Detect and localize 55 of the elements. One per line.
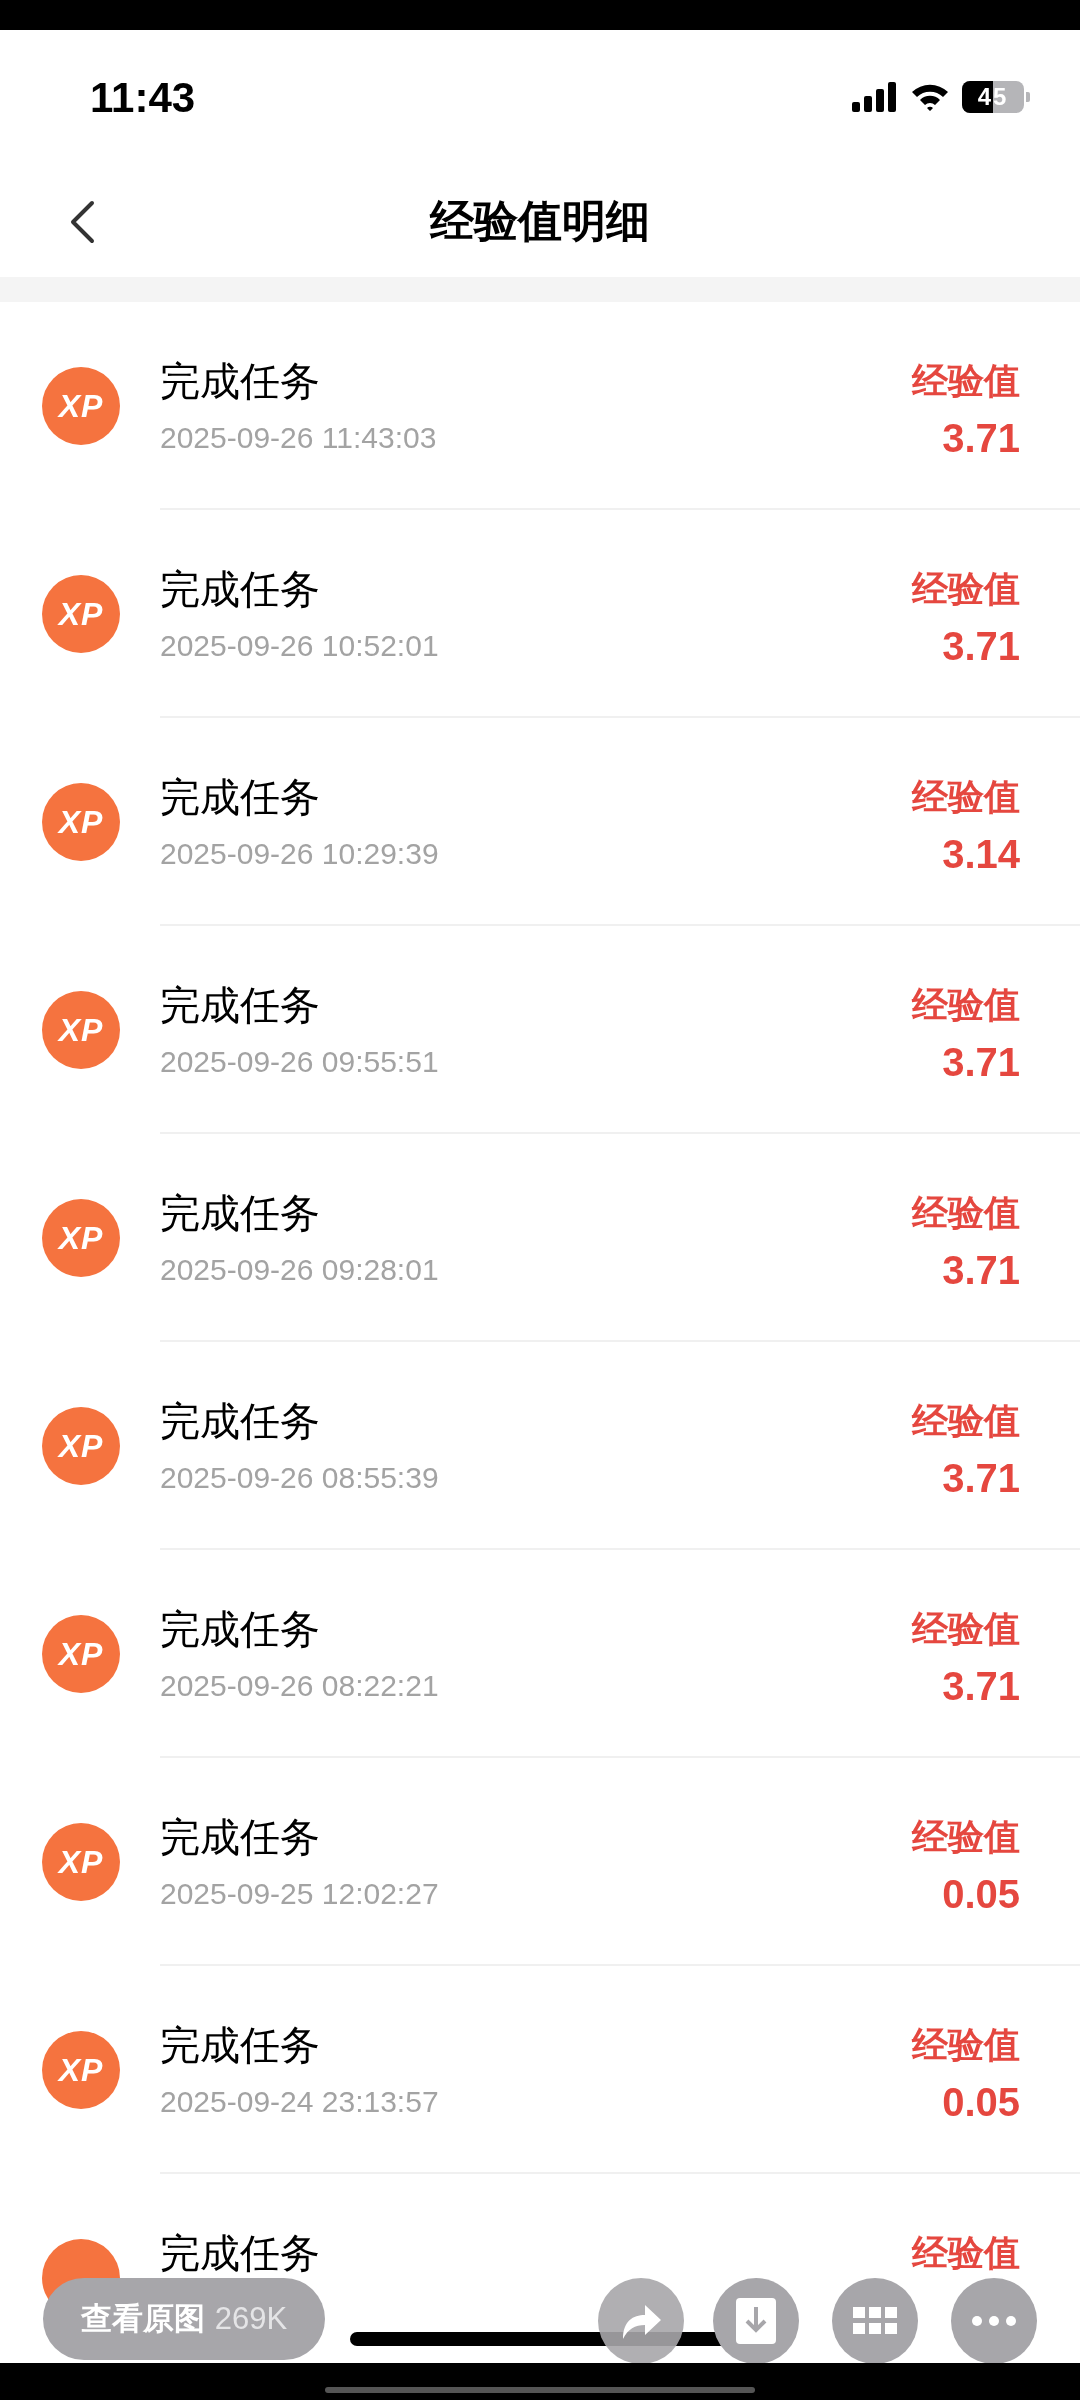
xp-badge: XP xyxy=(42,783,120,861)
record-title: 完成任务 xyxy=(160,567,321,611)
points-label: 经验值 xyxy=(912,2231,1020,2275)
xp-badge: XP xyxy=(42,1407,120,1485)
record-title: 完成任务 xyxy=(160,775,321,819)
signal-icon xyxy=(852,82,898,112)
xp-badge: XP xyxy=(42,991,120,1069)
page-title: 经验值明细 xyxy=(430,194,650,247)
points-value: 3.71 xyxy=(942,1044,1020,1080)
record-title: 完成任务 xyxy=(160,1399,321,1443)
points-value: 3.14 xyxy=(942,836,1020,872)
points-label: 经验值 xyxy=(912,1191,1020,1235)
record-title: 完成任务 xyxy=(160,2023,321,2067)
record-time: 2025-09-26 10:52:01 xyxy=(160,628,440,664)
record-title: 完成任务 xyxy=(160,359,321,403)
points-value: 3.71 xyxy=(942,1668,1020,1704)
points-label: 经验值 xyxy=(912,359,1020,403)
points-value: 3.71 xyxy=(942,1252,1020,1288)
points-label: 经验值 xyxy=(912,983,1020,1027)
points-value: 3.71 xyxy=(942,420,1020,456)
record-title: 完成任务 xyxy=(160,2231,321,2275)
points-label: 经验值 xyxy=(912,775,1020,819)
xp-badge: XP xyxy=(42,575,120,653)
record-title: 完成任务 xyxy=(160,1815,321,1859)
record-time: 2025-09-26 09:28:01 xyxy=(160,1252,440,1288)
download-icon xyxy=(735,2297,777,2345)
more-icon xyxy=(972,2316,1016,2326)
record-time: 2025-09-26 08:22:21 xyxy=(160,1668,440,1704)
record-title: 完成任务 xyxy=(160,983,321,1027)
record-time: 2025-09-26 09:55:51 xyxy=(160,1044,440,1080)
grid-icon xyxy=(853,2307,897,2335)
xp-badge: XP xyxy=(42,1615,120,1693)
xp-badge: XP xyxy=(42,1823,120,1901)
record-time: 2025-09-26 11:43:03 xyxy=(160,420,438,456)
points-label: 经验值 xyxy=(912,1399,1020,1443)
record-time: 2025-09-26 08:55:39 xyxy=(160,1460,440,1496)
points-value: 0.05 xyxy=(942,1876,1020,1912)
xp-badge: XP xyxy=(42,1199,120,1277)
points-label: 经验值 xyxy=(912,1815,1020,1859)
record-time: 2025-09-25 12:02:27 xyxy=(160,1876,440,1912)
points-value: 0.05 xyxy=(942,2084,1020,2120)
xp-badge: XP xyxy=(42,2031,120,2109)
record-time: 2025-09-26 10:29:39 xyxy=(160,836,440,872)
points-label: 经验值 xyxy=(912,2023,1020,2067)
points-value: 3.71 xyxy=(942,1460,1020,1496)
record-title: 完成任务 xyxy=(160,1607,321,1651)
wifi-icon xyxy=(910,82,950,112)
points-value: 3.71 xyxy=(942,628,1020,664)
xp-badge: XP xyxy=(42,367,120,445)
record-time: 2025-09-24 23:13:57 xyxy=(160,2084,440,2120)
view-original-button[interactable]: 查看原图 269K xyxy=(43,2278,325,2360)
points-label: 经验值 xyxy=(912,567,1020,611)
status-time: 11:43 xyxy=(90,72,196,123)
points-label: 经验值 xyxy=(912,1607,1020,1651)
record-title: 完成任务 xyxy=(160,1191,321,1235)
